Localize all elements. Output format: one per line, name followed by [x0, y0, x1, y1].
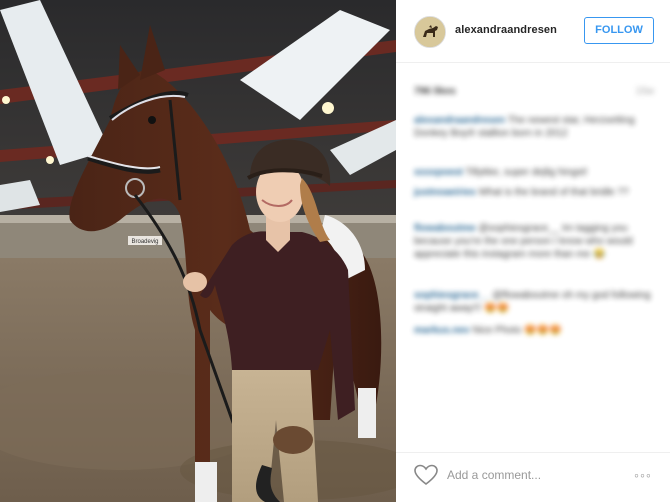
avatar-horse-logo-icon [415, 17, 445, 47]
comment-user[interactable]: markus.nev [414, 325, 470, 336]
photo-illustration: Broadevig [0, 0, 396, 502]
post-photo[interactable]: Broadevig [0, 0, 396, 502]
comment-text: Nice Photo 😍😍😍 [472, 325, 562, 336]
more-options-icon[interactable]: ◦◦◦ [634, 467, 652, 483]
comment: markus.nev Nice Photo 😍😍😍 [414, 324, 654, 337]
follow-button[interactable]: FOLLOW [584, 17, 654, 44]
comments-section: 796 likes 15w alexandraandresen The newe… [396, 62, 670, 452]
comment: alexandraandresen The newest star, Herzs… [414, 114, 654, 140]
comment-user[interactable]: justnoaeiries [414, 187, 476, 198]
arena-sign: Broadevig [131, 239, 158, 245]
comment-user[interactable]: flowaboutme [414, 223, 476, 234]
likes-count[interactable]: 796 likes [414, 86, 456, 97]
likes-row: 796 likes 15w [414, 86, 654, 97]
comment-user[interactable]: sophiesgrace__ [414, 290, 490, 301]
post-side-panel: alexandraandresen FOLLOW 796 likes 15w a… [396, 0, 670, 502]
comment: sophiesgrace__ @flowaboutme oh my god fo… [414, 289, 654, 315]
comment-footer: Add a comment... ◦◦◦ [396, 452, 670, 503]
heart-icon[interactable] [414, 464, 438, 486]
comment-text: What is the brand of that bridle ?? [478, 187, 629, 198]
avatar[interactable] [414, 16, 446, 48]
post-time: 15w [635, 86, 654, 97]
username-link[interactable]: alexandraandresen [455, 24, 557, 36]
comment: justnoaeiries What is the brand of that … [414, 186, 654, 199]
comment: xxxxpoest Tillykke, super dejlig hingst! [414, 166, 654, 179]
comment-text: Tillykke, super dejlig hingst! [465, 167, 588, 178]
comment-user[interactable]: xxxxpoest [414, 167, 463, 178]
comment-user[interactable]: alexandraandresen [414, 115, 505, 126]
comment: flowaboutme @sophiesgrace__ Im tagging y… [414, 222, 654, 261]
add-comment-input[interactable]: Add a comment... [447, 468, 541, 482]
post-header: alexandraandresen FOLLOW [396, 0, 670, 63]
